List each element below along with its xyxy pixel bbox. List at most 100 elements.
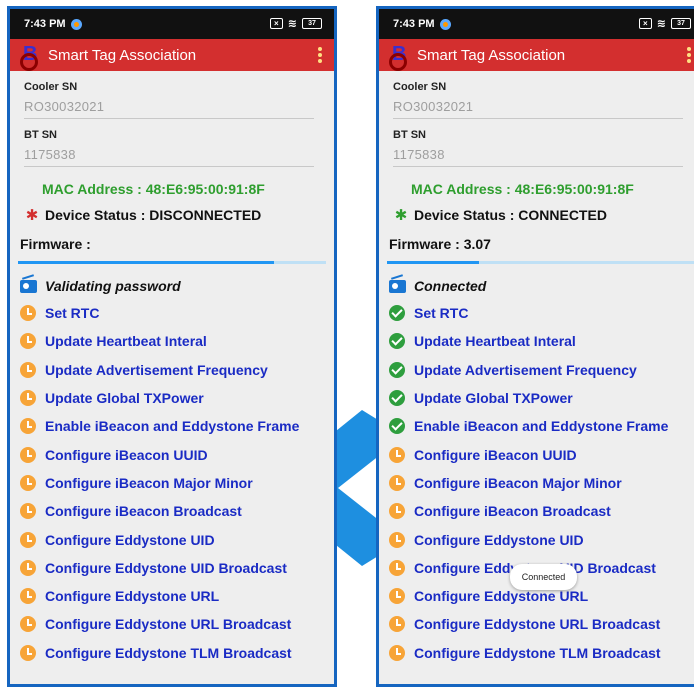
radio-icon bbox=[20, 279, 37, 293]
step-label: Configure Eddystone URL Broadcast bbox=[414, 616, 661, 633]
clock-icon bbox=[20, 418, 36, 435]
step-label: Set RTC bbox=[414, 305, 469, 322]
app-bar: B Smart Tag Association bbox=[379, 39, 694, 71]
clock-icon bbox=[389, 503, 405, 520]
app-title: Smart Tag Association bbox=[417, 46, 566, 64]
bt-sn-label: BT SN bbox=[24, 129, 57, 141]
bluetooth-disabled-icon: ✱ bbox=[25, 207, 39, 224]
clock-icon bbox=[20, 333, 36, 350]
progress-bar bbox=[18, 261, 326, 264]
step-label: Configure iBeacon Major Minor bbox=[414, 474, 622, 491]
device-status: ✱ Device Status : CONNECTED bbox=[393, 206, 694, 224]
cooler-sn-field[interactable]: RO30032021 bbox=[24, 99, 314, 119]
phone-screen-connected: 7:43 PM × ≋ 37 B Smart Tag Association C… bbox=[376, 6, 694, 687]
phone-screen-disconnected: 7:43 PM × ≋ 37 B Smart Tag Association C… bbox=[7, 6, 337, 687]
step-row: Configure iBeacon Broadcast bbox=[20, 497, 334, 525]
status-time: 7:43 PM bbox=[24, 18, 66, 30]
app-title: Smart Tag Association bbox=[48, 46, 197, 64]
step-row: Update Global TXPower bbox=[20, 384, 334, 412]
app-notification-icon bbox=[70, 18, 82, 30]
check-icon bbox=[389, 305, 405, 322]
bt-sn-field[interactable]: 1175838 bbox=[393, 147, 683, 167]
step-label: Update Advertisement Frequency bbox=[414, 361, 637, 378]
overflow-menu-icon[interactable] bbox=[318, 47, 322, 65]
step-label: Configure iBeacon Broadcast bbox=[45, 503, 242, 520]
step-label: Configure iBeacon Major Minor bbox=[45, 474, 253, 491]
step-row: Update Global TXPower bbox=[389, 384, 694, 412]
step-row: Configure Eddystone UID Broadcast bbox=[20, 554, 334, 582]
step-row: Enable iBeacon and Eddystone Frame bbox=[20, 412, 334, 440]
firmware-version: Firmware : 3.07 bbox=[389, 236, 491, 252]
step-label: Set RTC bbox=[45, 305, 100, 322]
step-label: Configure Eddystone TLM Broadcast bbox=[45, 644, 292, 661]
step-header-text: Validating password bbox=[45, 278, 181, 294]
step-label: Configure Eddystone UID bbox=[45, 531, 215, 548]
step-label: Configure Eddystone URL bbox=[45, 588, 220, 605]
overflow-menu-icon[interactable] bbox=[687, 47, 691, 65]
sim-icon: × bbox=[638, 18, 652, 29]
sim-icon: × bbox=[269, 18, 283, 29]
step-row: Configure iBeacon Major Minor bbox=[20, 469, 334, 497]
step-row: Configure iBeacon Major Minor bbox=[389, 469, 694, 497]
step-row: Set RTC bbox=[20, 299, 334, 327]
radio-icon bbox=[389, 279, 406, 293]
mac-address: MAC Address : 48:E6:95:00:91:8F bbox=[42, 181, 265, 197]
clock-icon bbox=[389, 616, 405, 633]
step-row: Configure Eddystone TLM Broadcast bbox=[389, 639, 694, 667]
clock-icon bbox=[20, 446, 36, 463]
bluetooth-connected-icon: ✱ bbox=[394, 207, 408, 224]
clock-icon bbox=[20, 644, 36, 661]
cooler-sn-label: Cooler SN bbox=[24, 81, 78, 93]
toast-connected: Connected bbox=[510, 564, 577, 590]
step-label: Enable iBeacon and Eddystone Frame bbox=[414, 418, 669, 435]
clock-icon bbox=[389, 559, 405, 576]
step-row: Configure Eddystone UID bbox=[389, 525, 694, 553]
step-label: Configure iBeacon UUID bbox=[414, 446, 577, 463]
progress-bar bbox=[387, 261, 694, 264]
battery-icon: 37 bbox=[671, 18, 691, 29]
step-label: Configure iBeacon UUID bbox=[45, 446, 208, 463]
step-row: Configure Eddystone TLM Broadcast bbox=[20, 639, 334, 667]
device-status-text: Device Status : DISCONNECTED bbox=[45, 207, 262, 223]
bt-sn-field[interactable]: 1175838 bbox=[24, 147, 314, 167]
step-row: Configure Eddystone URL Broadcast bbox=[389, 610, 694, 638]
check-icon bbox=[389, 390, 405, 407]
step-header-text: Connected bbox=[414, 278, 487, 294]
battery-icon: 37 bbox=[302, 18, 322, 29]
step-label: Configure Eddystone UID Broadcast bbox=[45, 559, 287, 576]
status-bar: 7:43 PM × ≋ 37 bbox=[10, 9, 334, 39]
step-label: Update Advertisement Frequency bbox=[45, 361, 268, 378]
status-time: 7:43 PM bbox=[393, 18, 435, 30]
check-icon bbox=[389, 333, 405, 350]
app-logo-icon: B bbox=[389, 43, 413, 71]
step-list: Connected Set RTC Update Heartbeat Inter… bbox=[379, 273, 694, 667]
step-row: Update Heartbeat Interal bbox=[20, 327, 334, 355]
firmware-version: Firmware : bbox=[20, 236, 91, 252]
clock-icon bbox=[20, 531, 36, 548]
step-label: Update Heartbeat Interal bbox=[45, 333, 207, 350]
step-row: Configure Eddystone URL Broadcast bbox=[20, 610, 334, 638]
step-row: Update Advertisement Frequency bbox=[389, 356, 694, 384]
clock-icon bbox=[20, 503, 36, 520]
app-logo-icon: B bbox=[20, 43, 44, 71]
step-label: Enable iBeacon and Eddystone Frame bbox=[45, 418, 300, 435]
step-row: Enable iBeacon and Eddystone Frame bbox=[389, 412, 694, 440]
step-label: Configure Eddystone UID bbox=[414, 531, 584, 548]
step-label: Update Heartbeat Interal bbox=[414, 333, 576, 350]
step-row: Configure iBeacon Broadcast bbox=[389, 497, 694, 525]
step-row: Configure Eddystone URL bbox=[20, 582, 334, 610]
check-icon bbox=[389, 361, 405, 378]
cooler-sn-label: Cooler SN bbox=[393, 81, 447, 93]
clock-icon bbox=[20, 588, 36, 605]
wifi-icon: ≋ bbox=[656, 18, 666, 30]
app-bar: B Smart Tag Association bbox=[10, 39, 334, 71]
clock-icon bbox=[20, 474, 36, 491]
clock-icon bbox=[20, 390, 36, 407]
step-row: Update Heartbeat Interal bbox=[389, 327, 694, 355]
wifi-icon: ≋ bbox=[287, 18, 297, 30]
cooler-sn-field[interactable]: RO30032021 bbox=[393, 99, 683, 119]
status-bar: 7:43 PM × ≋ 37 bbox=[379, 9, 694, 39]
clock-icon bbox=[20, 559, 36, 576]
clock-icon bbox=[20, 305, 36, 322]
device-status: ✱ Device Status : DISCONNECTED bbox=[24, 206, 334, 224]
